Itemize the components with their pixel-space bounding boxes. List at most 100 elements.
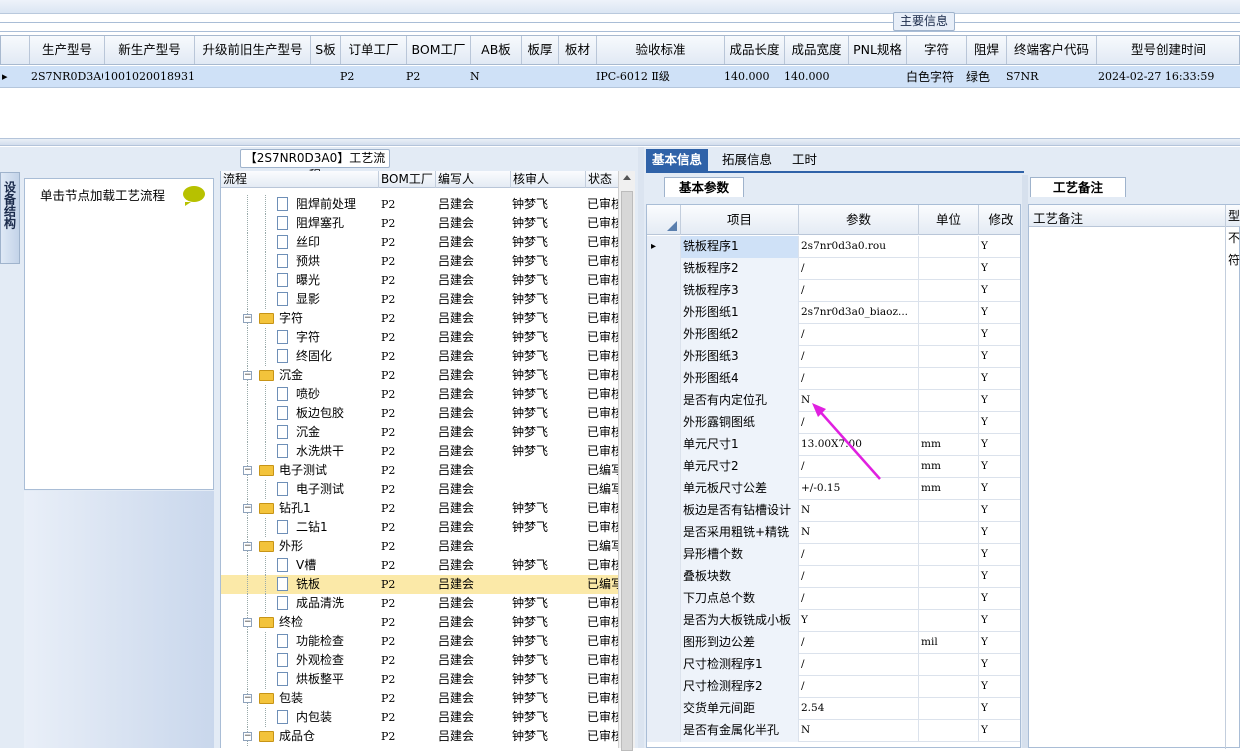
tree-row[interactable]: 电子测试 P2 吕建会 已编写	[221, 480, 618, 499]
horizontal-splitter[interactable]	[0, 138, 1240, 146]
column-header[interactable]: 终端客户代码	[1007, 36, 1097, 64]
params-row[interactable]: 叠板块数 / Y	[647, 566, 1020, 588]
tree-row[interactable]: 阻焊前处理 P2 吕建会 钟梦飞 已审核	[221, 195, 618, 214]
param-mod[interactable]: Y	[979, 654, 1020, 676]
grid-cell[interactable]: 绿色	[966, 66, 1006, 88]
param-mod[interactable]: Y	[979, 368, 1020, 390]
param-unit[interactable]: mm	[919, 456, 979, 478]
param-unit[interactable]	[919, 346, 979, 368]
params-row[interactable]: 交货单元间距 2.54 Y	[647, 698, 1020, 720]
column-header[interactable]: 新生产型号	[105, 36, 195, 64]
param-mod[interactable]: Y	[979, 302, 1020, 324]
param-mod[interactable]: Y	[979, 478, 1020, 500]
tree-row[interactable]: 外观检查 P2 吕建会 钟梦飞 已审核	[221, 651, 618, 670]
column-header[interactable]: 板厚	[522, 36, 559, 64]
param-unit[interactable]	[919, 390, 979, 412]
param-value[interactable]: /	[799, 676, 919, 698]
param-mod[interactable]: Y	[979, 588, 1020, 610]
tree-row[interactable]: 字符 P2 吕建会 钟梦飞 已审核	[221, 328, 618, 347]
grid-cell[interactable]: P2	[406, 66, 470, 88]
equipment-structure-tab[interactable]: 设备结构	[0, 172, 20, 264]
column-header[interactable]: 成品宽度	[785, 36, 849, 64]
param-unit[interactable]	[919, 544, 979, 566]
collapse-icon[interactable]: −	[243, 314, 252, 323]
param-mod[interactable]: Y	[979, 434, 1020, 456]
collapse-icon[interactable]: −	[243, 618, 252, 627]
params-row[interactable]: 铣板程序2/ Y	[647, 258, 1020, 280]
column-header[interactable]: S板	[311, 36, 341, 64]
params-row[interactable]: 异形槽个数 / Y	[647, 544, 1020, 566]
collapse-icon[interactable]: −	[243, 466, 252, 475]
grid-cell[interactable]: 10010200189313	[104, 66, 194, 88]
grid-cell[interactable]: 2024-02-27 16:33:59	[1098, 66, 1240, 88]
param-mod[interactable]: Y	[979, 544, 1020, 566]
param-value[interactable]: /	[799, 566, 919, 588]
scroll-thumb[interactable]	[621, 191, 633, 751]
param-mod[interactable]: Y	[979, 324, 1020, 346]
grid-cell[interactable]: 白色字符	[906, 66, 966, 88]
tree-column-header[interactable]: 核审人	[511, 171, 586, 188]
params-row[interactable]: 外形图纸3/ Y	[647, 346, 1020, 368]
param-value[interactable]: N	[799, 522, 919, 544]
scroll-up-icon[interactable]	[623, 175, 631, 180]
param-value[interactable]: /	[799, 544, 919, 566]
collapse-icon[interactable]: −	[243, 694, 252, 703]
param-value[interactable]: /	[799, 368, 919, 390]
tree-row[interactable]: 功能检查 P2 吕建会 钟梦飞 已审核	[221, 632, 618, 651]
tree-row[interactable]: 成品清洗 P2 吕建会 钟梦飞 已审核	[221, 594, 618, 613]
tree-row[interactable]: − 字符 P2 吕建会 钟梦飞 已审核	[221, 309, 618, 328]
tree-scrollbar[interactable]	[618, 171, 635, 751]
params-row[interactable]: 图形到边公差 / mil Y	[647, 632, 1020, 654]
param-mod[interactable]: Y	[979, 456, 1020, 478]
column-header[interactable]: 验收标准	[597, 36, 725, 64]
param-unit[interactable]	[919, 522, 979, 544]
tree-row[interactable]: 水洗烘干 P2 吕建会 钟梦飞 已审核	[221, 442, 618, 461]
tree-row[interactable]: 丝印 P2 吕建会 钟梦飞 已审核	[221, 233, 618, 252]
tree-row[interactable]: 阻焊塞孔 P2 吕建会 钟梦飞 已审核	[221, 214, 618, 233]
params-row[interactable]: 外形图纸1 2s7nr0d3a0_biaoz... Y	[647, 302, 1020, 324]
grid-cell[interactable]	[310, 66, 340, 88]
grid-cell[interactable]: IPC-6012 Ⅱ级	[596, 66, 724, 88]
param-mod[interactable]: Y	[979, 676, 1020, 698]
tab-basic-info[interactable]: 基本信息	[646, 149, 708, 171]
column-header[interactable]: 升级前旧生产型号	[195, 36, 311, 64]
tree-row[interactable]: 显影 P2 吕建会 钟梦飞 已审核	[221, 290, 618, 309]
column-header[interactable]: 订单工厂	[341, 36, 407, 64]
grid-cell[interactable]: 140.000	[784, 66, 848, 88]
params-column-header[interactable]: 项目	[681, 205, 799, 235]
param-unit[interactable]	[919, 654, 979, 676]
process-notes-tab[interactable]: 工艺备注	[1030, 177, 1126, 197]
column-header[interactable]: 阻焊	[967, 36, 1007, 64]
param-unit[interactable]	[919, 368, 979, 390]
tree-row[interactable]: 二钻1 P2 吕建会 钟梦飞 已审核	[221, 518, 618, 537]
chat-bubble-icon[interactable]	[183, 186, 205, 206]
tree-row[interactable]: 预烘 P2 吕建会 钟梦飞 已审核	[221, 252, 618, 271]
column-header[interactable]: PNL规格	[849, 36, 907, 64]
tree-column-header[interactable]: 状态	[586, 171, 618, 188]
tree-row[interactable]: V槽 P2 吕建会 钟梦飞 已审核	[221, 556, 618, 575]
param-value[interactable]: /	[799, 632, 919, 654]
grid-cell[interactable]: 2S7NR0D3A0	[31, 66, 103, 88]
tree-row[interactable]: − 终检 P2 吕建会 钟梦飞 已审核	[221, 613, 618, 632]
tree-row[interactable]: 内包装 P2 吕建会 钟梦飞 已审核	[221, 708, 618, 727]
param-value[interactable]: N	[799, 720, 919, 742]
param-value[interactable]: /	[799, 588, 919, 610]
param-mod[interactable]: Y	[979, 698, 1020, 720]
node-panel[interactable]	[24, 178, 214, 490]
collapse-icon[interactable]: −	[243, 732, 252, 741]
grid-cell[interactable]	[558, 66, 596, 88]
param-mod[interactable]: Y	[979, 412, 1020, 434]
tree-column-header[interactable]: BOM工厂	[379, 171, 436, 188]
params-row[interactable]: 外形图纸4/ Y	[647, 368, 1020, 390]
param-value[interactable]: 2s7nr0d3a0_biaoz...	[799, 302, 919, 324]
param-unit[interactable]: mm	[919, 434, 979, 456]
grid-cell[interactable]	[194, 66, 310, 88]
grid-cell[interactable]: N	[470, 66, 521, 88]
param-value[interactable]: 2.54	[799, 698, 919, 720]
param-value[interactable]: Y	[799, 610, 919, 632]
params-row[interactable]: 是否为大板铣成小板 Y Y	[647, 610, 1020, 632]
collapse-icon[interactable]: −	[243, 371, 252, 380]
param-unit[interactable]: mm	[919, 478, 979, 500]
tree-row[interactable]: 喷砂 P2 吕建会 钟梦飞 已审核	[221, 385, 618, 404]
param-unit[interactable]	[919, 258, 979, 280]
